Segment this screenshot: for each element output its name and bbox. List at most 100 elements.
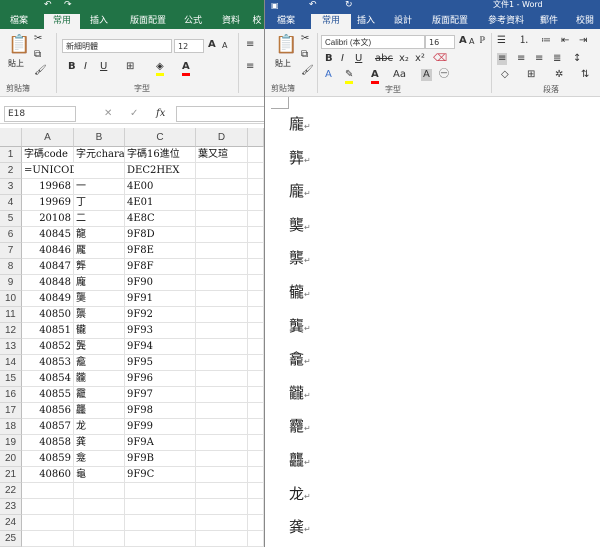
tab-layout[interactable]: 版面配置 (425, 14, 475, 29)
enter-icon[interactable]: ✓ (130, 108, 138, 120)
document-page[interactable]: 龐↵ 龏↵ 龐↵ 龑↵ 龒↵ 龓↵ 龔↵ 龕↵ 龖↵ 龗↵ 龘↵ 龙↵ 龚↵ (265, 97, 600, 547)
tab-insert[interactable]: 插入 (84, 14, 114, 29)
row-header[interactable]: 20 (0, 451, 22, 467)
highlight-icon[interactable]: ✎ (345, 69, 354, 84)
align-right-icon[interactable]: ≡ (535, 53, 543, 65)
row-header[interactable]: 12 (0, 323, 22, 339)
italic-button[interactable]: I (341, 53, 344, 65)
italic-button[interactable]: I (84, 61, 87, 73)
cell-c[interactable] (125, 483, 196, 499)
grow-font-icon[interactable]: A (208, 39, 216, 51)
cell-c[interactable]: DEC2HEX (125, 163, 196, 179)
change-case-icon[interactable]: Aa (393, 69, 406, 81)
row-header[interactable]: 2 (0, 163, 22, 179)
cell-c[interactable]: 9F99 (125, 419, 196, 435)
increase-indent-icon[interactable]: ⇥ (579, 35, 587, 47)
cell-c[interactable]: 9F9C (125, 467, 196, 483)
cell-b[interactable] (74, 515, 125, 531)
cell-e[interactable] (248, 147, 264, 163)
strikethrough-icon[interactable]: abc (375, 53, 393, 65)
paste-button[interactable]: 貼上 (275, 58, 291, 69)
cell-e[interactable] (248, 323, 264, 339)
tab-mailings[interactable]: 郵件 (537, 14, 561, 29)
bold-button[interactable]: B (68, 61, 76, 73)
row-header[interactable]: 3 (0, 179, 22, 195)
cell-a[interactable]: 字碼code (22, 147, 74, 163)
cell-a[interactable] (22, 515, 74, 531)
tab-review[interactable]: 校閱 (571, 14, 599, 29)
cell-a[interactable]: 40850 (22, 307, 74, 323)
cell-a[interactable]: 40860 (22, 467, 74, 483)
character-shading-icon[interactable]: A (421, 69, 432, 81)
subscript-icon[interactable]: x₂ (399, 53, 409, 65)
align-icon[interactable]: ≡ (246, 39, 254, 51)
copy-icon[interactable]: ⧉ (301, 49, 308, 61)
cell-d[interactable] (196, 467, 248, 483)
cell-e[interactable] (248, 243, 264, 259)
cell-e[interactable] (248, 291, 264, 307)
tab-references[interactable]: 參考資料 (481, 14, 531, 29)
sort-icon[interactable]: ⇅ (581, 69, 589, 81)
cell-b[interactable]: 龜 (74, 467, 125, 483)
document-line[interactable]: 龔↵ (289, 315, 311, 336)
undo-icon[interactable]: ↶ (44, 0, 52, 11)
row-header[interactable]: 1 (0, 147, 22, 163)
cell-e[interactable] (248, 195, 264, 211)
cell-e[interactable] (248, 419, 264, 435)
cell-c[interactable]: 9F94 (125, 339, 196, 355)
row-header[interactable]: 17 (0, 403, 22, 419)
cell-e[interactable] (248, 387, 264, 403)
cell-a[interactable]: 40851 (22, 323, 74, 339)
underline-button[interactable]: U (355, 53, 362, 65)
cell-d[interactable] (196, 291, 248, 307)
column-header[interactable]: B (74, 128, 125, 147)
cell-e[interactable] (248, 435, 264, 451)
cell-d[interactable] (196, 451, 248, 467)
border-icon[interactable]: ⊞ (126, 61, 134, 73)
cell-b[interactable] (74, 499, 125, 515)
document-line[interactable]: 龘↵ (289, 449, 311, 470)
cell-a[interactable]: 19968 (22, 179, 74, 195)
cell-d[interactable] (196, 179, 248, 195)
cell-b[interactable]: 龚 (74, 435, 125, 451)
font-name-box[interactable]: Calibri (本文) (321, 35, 425, 49)
cell-d[interactable]: 葉又瑄 (196, 147, 248, 163)
tab-file[interactable]: 檔案 (4, 14, 34, 29)
cell-d[interactable] (196, 419, 248, 435)
enclose-characters-icon[interactable]: ㊀ (439, 69, 449, 81)
shrink-font-icon[interactable]: A (469, 36, 474, 48)
column-header[interactable]: D (196, 128, 248, 147)
cell-e[interactable] (248, 467, 264, 483)
borders-icon[interactable]: ⊞ (527, 69, 535, 81)
cell-b[interactable]: 龛 (74, 451, 125, 467)
align-left-icon[interactable]: ≡ (497, 53, 508, 65)
clipboard-icon[interactable]: 📋 (8, 35, 30, 55)
cell-c[interactable]: 4E8C (125, 211, 196, 227)
cell-b[interactable]: 龏 (74, 259, 125, 275)
tab-page-layout[interactable]: 版面配置 (124, 14, 172, 29)
cell-a[interactable]: 20108 (22, 211, 74, 227)
cell-b[interactable]: 二 (74, 211, 125, 227)
cell-c[interactable]: 9F92 (125, 307, 196, 323)
font-size-box[interactable]: 12 (174, 39, 204, 53)
column-header-partial[interactable] (248, 128, 264, 147)
redo-icon[interactable]: ↷ (64, 0, 72, 11)
cell-b[interactable]: 龑 (74, 291, 125, 307)
cell-a[interactable]: 40845 (22, 227, 74, 243)
cell-c[interactable]: 9F90 (125, 275, 196, 291)
row-header[interactable]: 9 (0, 275, 22, 291)
cell-d[interactable] (196, 195, 248, 211)
superscript-icon[interactable]: x² (415, 53, 425, 65)
cell-e[interactable] (248, 227, 264, 243)
cell-b[interactable]: 龒 (74, 307, 125, 323)
cell-d[interactable] (196, 307, 248, 323)
cell-c[interactable]: 9F8E (125, 243, 196, 259)
row-header[interactable]: 6 (0, 227, 22, 243)
cut-icon[interactable]: ✂ (34, 33, 42, 45)
row-header[interactable]: 13 (0, 339, 22, 355)
cell-d[interactable] (196, 163, 248, 179)
fill-color-icon[interactable]: ◈ (156, 61, 164, 76)
row-header[interactable]: 24 (0, 515, 22, 531)
cell-a[interactable]: 40852 (22, 339, 74, 355)
cell-b[interactable]: 龙 (74, 419, 125, 435)
